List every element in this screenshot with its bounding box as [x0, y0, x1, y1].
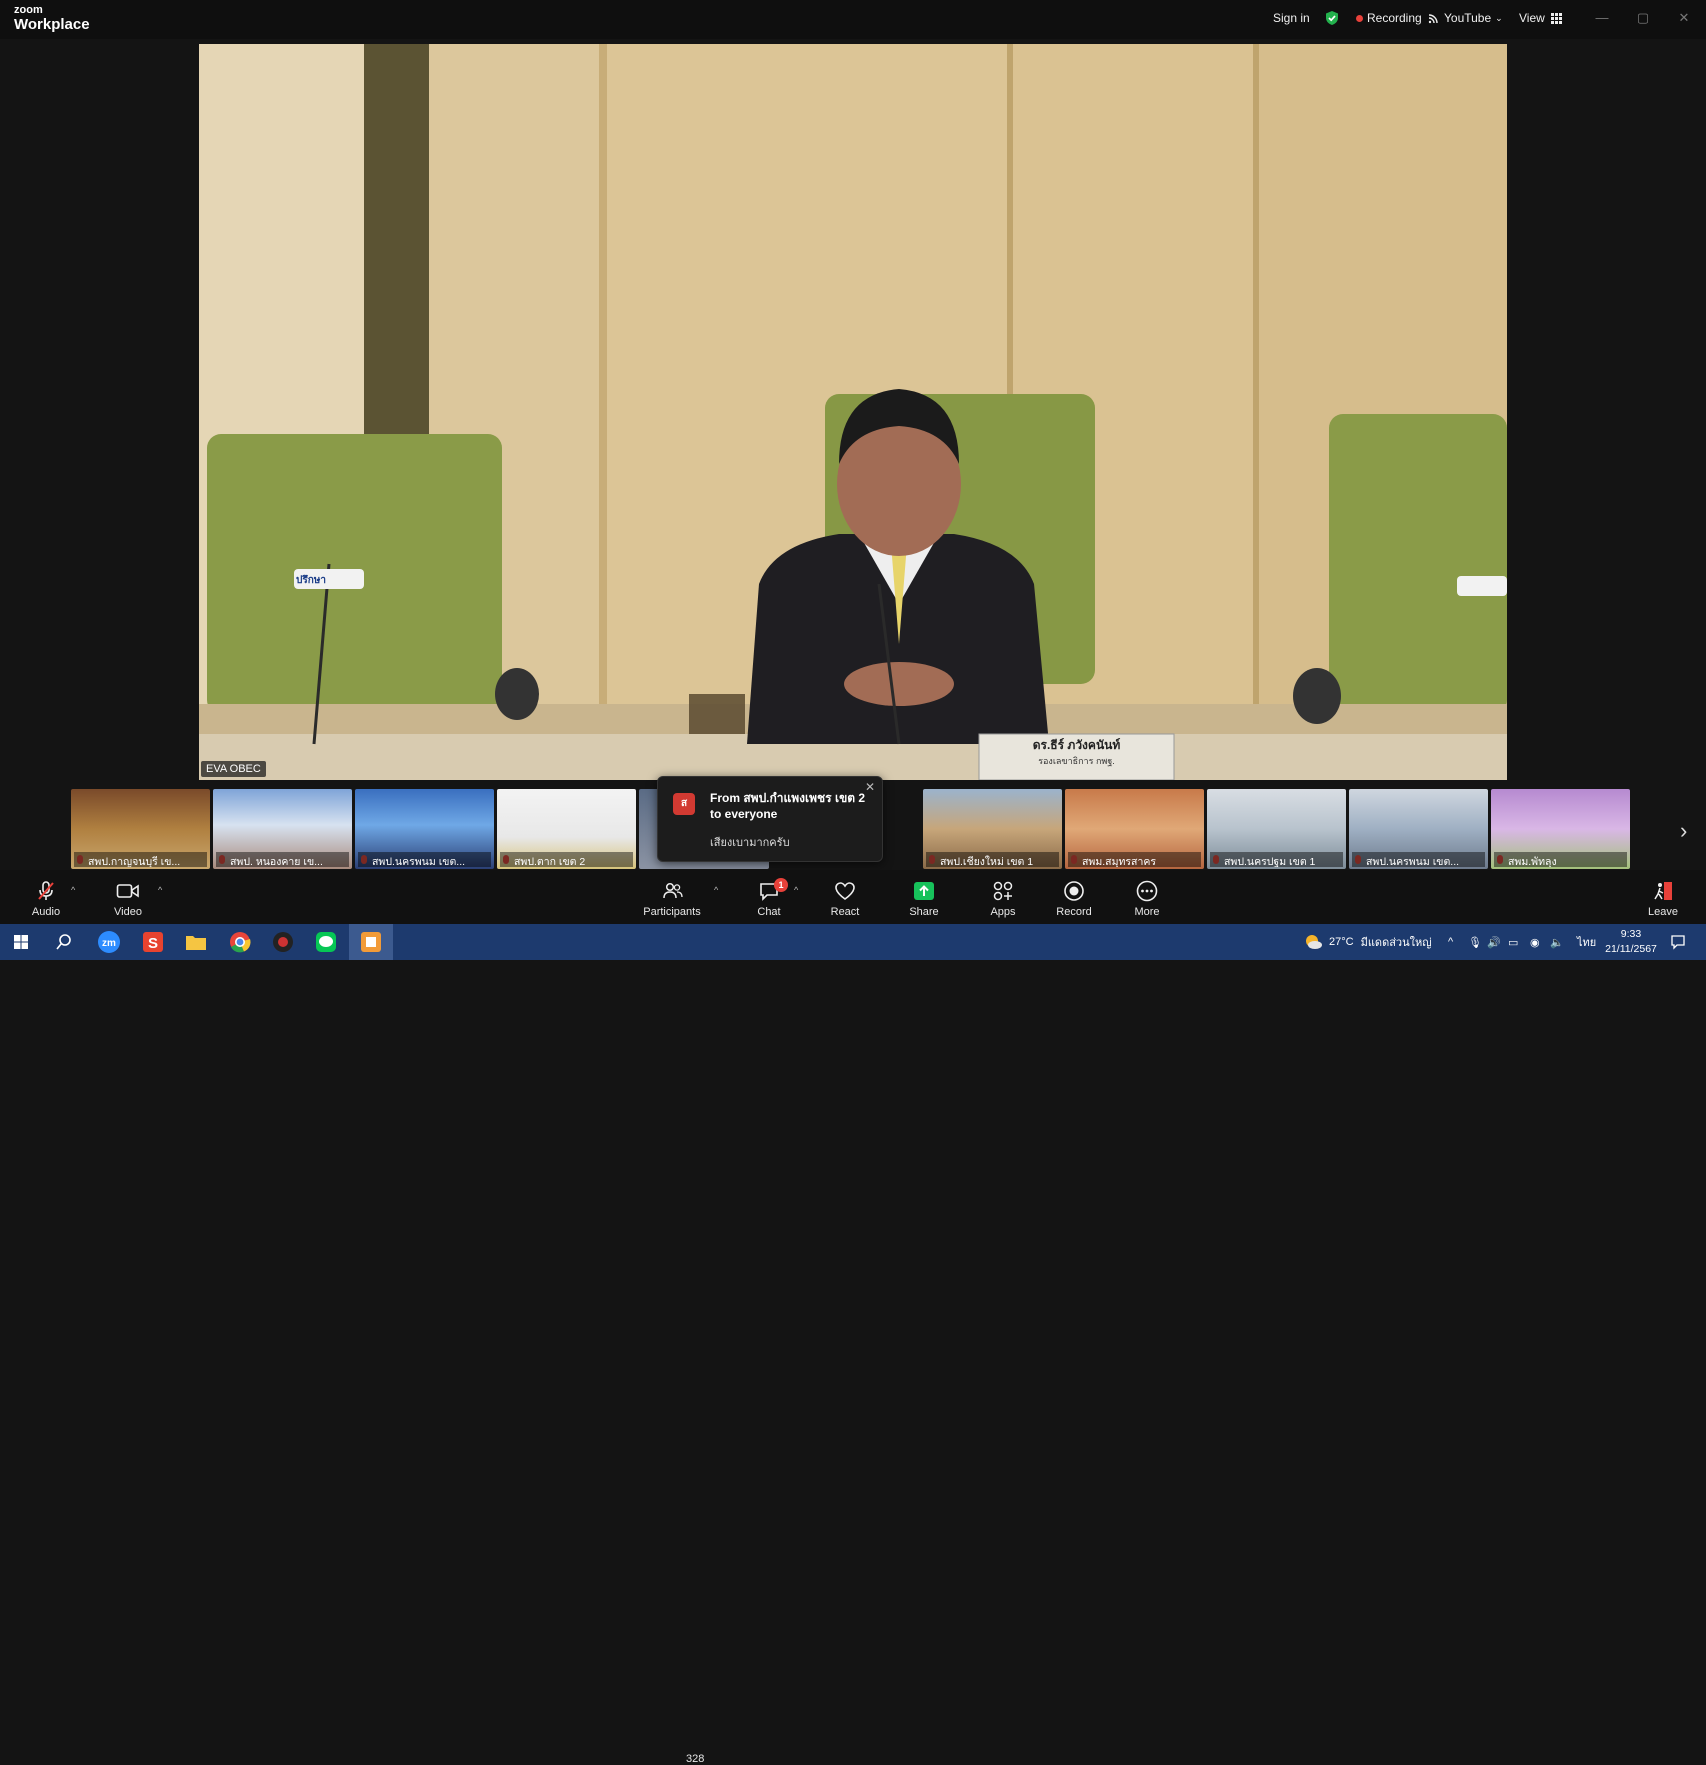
slides-app-icon[interactable]: S [140, 929, 166, 955]
share-button[interactable]: Share [889, 870, 959, 924]
more-dots-icon [1136, 880, 1158, 902]
chat-notification-toast[interactable]: ส From สพป.กำแพงเพชร เขต 2 to everyone เ… [657, 776, 883, 862]
network-tray-icon[interactable]: ▭ [1508, 924, 1518, 960]
participants-icon [663, 882, 683, 899]
minimize-icon[interactable]: — [1594, 10, 1610, 26]
speaker-tray-icon[interactable]: 🔈 [1550, 924, 1564, 960]
desk-flag-text: ปรึกษา [296, 575, 326, 586]
svg-text:S: S [148, 935, 158, 952]
leave-door-icon [1654, 882, 1672, 900]
participant-thumbnail[interactable]: สพป.นครปฐม เขต 1 [1207, 789, 1346, 869]
participants-options-chevron-icon[interactable]: ^ [714, 885, 718, 895]
leave-button[interactable]: Leave [1628, 870, 1698, 924]
youtube-livestream-menu[interactable]: YouTube ⌄ [1428, 0, 1503, 36]
react-button[interactable]: React [810, 870, 880, 924]
chat-message-text: เสียงเบามากครับ [710, 837, 790, 849]
presentation-app-icon [361, 932, 381, 952]
weather-widget[interactable]: 27°C มีแดดส่วนใหญ่ [1303, 924, 1432, 960]
notifications-icon[interactable] [1670, 924, 1686, 960]
nameplate-title: รองเลขาธิการ กพฐ. [1038, 756, 1115, 766]
search-icon[interactable] [51, 929, 77, 955]
meeting-controls-toolbar: Audio ^ Video ^ Participants 328 ^ Chat … [0, 870, 1706, 1765]
video-options-chevron-icon[interactable]: ^ [158, 885, 162, 895]
view-menu[interactable]: View [1519, 0, 1562, 36]
zoom-app-icon[interactable]: zm [96, 929, 122, 955]
maximize-icon[interactable]: ▢ [1635, 10, 1651, 26]
sender-avatar: ส [673, 793, 695, 815]
unread-chat-badge: 1 [774, 878, 788, 892]
participant-thumbnail[interactable]: สพม.พัทลุง [1491, 789, 1630, 869]
participant-thumbnail[interactable]: สพป.ตาก เขต 2 [497, 789, 636, 869]
video-button[interactable]: Video [93, 870, 163, 924]
speaker-video-frame [199, 44, 1507, 780]
active-taskbar-slot[interactable] [349, 924, 393, 960]
input-language[interactable]: ไทย [1577, 924, 1596, 960]
apps-icon [993, 881, 1013, 901]
volume-tray-icon[interactable]: 🔊 [1487, 924, 1501, 960]
encryption-shield-icon[interactable] [1324, 0, 1340, 36]
recording-dot-icon [1356, 14, 1363, 22]
participant-thumbnail[interactable]: สพม.สมุทรสาคร [1065, 789, 1204, 869]
participant-thumbnail[interactable]: สพป.นครพนม เขต... [1349, 789, 1488, 869]
more-button[interactable]: More [1112, 870, 1182, 924]
participants-count: 328 [686, 1753, 705, 1765]
chat-options-chevron-icon[interactable]: ^ [794, 885, 798, 895]
share-screen-icon [914, 882, 934, 900]
partly-sunny-icon [1306, 935, 1322, 949]
audio-options-chevron-icon[interactable]: ^ [71, 885, 75, 895]
sign-in-link[interactable]: Sign in [1273, 0, 1310, 36]
chrome-browser-icon[interactable] [227, 929, 253, 955]
muted-mic-icon [38, 881, 54, 900]
file-explorer-icon[interactable] [183, 929, 209, 955]
svg-text:zm: zm [102, 938, 116, 949]
close-icon[interactable]: ✕ [865, 780, 875, 794]
grid-icon [1550, 12, 1562, 24]
heart-icon [835, 882, 855, 900]
zoom-tray-icon[interactable]: ◉ [1530, 924, 1540, 960]
active-speaker-video[interactable]: ปรึกษา ดร.ธีร์ ภวังคนันท์ รองเลขาธิการ ก… [199, 44, 1507, 780]
nameplate-name: ดร.ธีร์ ภวังคนันท์ [1032, 738, 1121, 752]
participant-thumbnail[interactable]: สพป.เชียงใหม่ เขต 1 [923, 789, 1062, 869]
chat-button[interactable]: Chat [734, 870, 804, 924]
next-page-chevron-icon[interactable]: › [1680, 818, 1687, 844]
audio-button[interactable]: Audio [11, 870, 81, 924]
record-button[interactable]: Record [1039, 870, 1109, 924]
close-icon[interactable]: ✕ [1676, 10, 1692, 26]
camera-icon [116, 884, 139, 898]
title-bar: zoom Workplace Sign in Recording YouTube… [0, 0, 1706, 39]
apps-button[interactable]: Apps [968, 870, 1038, 924]
recording-indicator[interactable]: Recording [1356, 0, 1422, 36]
participant-thumbnail[interactable]: สพป. หนองคาย เข... [213, 789, 352, 869]
line-app-icon[interactable] [313, 929, 339, 955]
record-icon [1064, 881, 1084, 901]
tray-overflow-chevron-icon[interactable]: ^ [1448, 924, 1453, 960]
zoom-workplace-logo: zoom Workplace [14, 4, 90, 33]
livestream-icon [1428, 14, 1438, 24]
windows-start-icon[interactable] [8, 929, 34, 955]
camera-app-icon[interactable] [270, 929, 296, 955]
participants-button[interactable]: Participants [637, 870, 707, 924]
microphone-tray-icon[interactable]: 🎙 [1468, 924, 1482, 960]
windows-taskbar: zm S 27°C มีแดดส่วนใหญ่ ^ 🎙 🔊 ▭ ◉ 🔈 ไทย … [0, 924, 1706, 960]
participant-thumbnail[interactable]: สพป.นครพนม เขต... [355, 789, 494, 869]
chat-sender-line: From สพป.กำแพงเพชร เขต 2 to everyone [710, 791, 866, 821]
system-clock[interactable]: 9:33 21/11/2567 [1600, 927, 1662, 957]
speaker-name-label: EVA OBEC [201, 761, 266, 777]
chevron-down-icon: ⌄ [1495, 12, 1503, 23]
participant-thumbnail[interactable]: สพป.กาญจนบุรี เข... [71, 789, 210, 869]
